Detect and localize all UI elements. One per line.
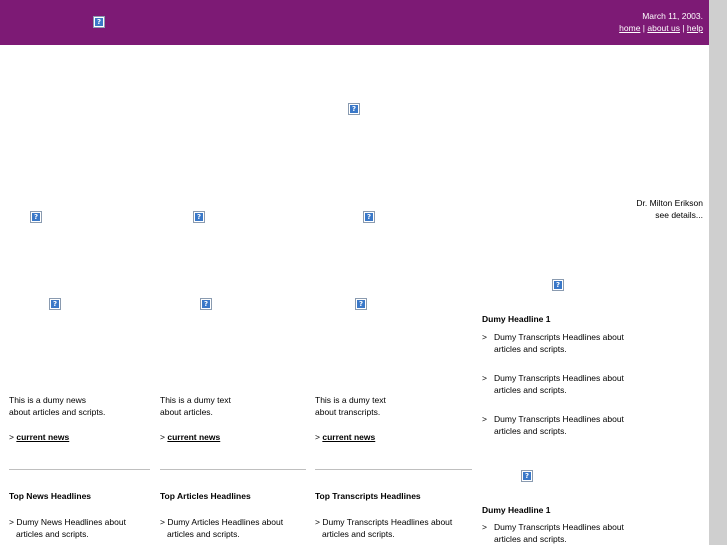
- home-link[interactable]: home: [619, 23, 640, 33]
- divider: [315, 469, 472, 470]
- featured-details-link[interactable]: see details...: [655, 209, 703, 221]
- logo-image-icon[interactable]: [93, 16, 105, 28]
- transcripts-intro-line: This is a dumy text: [315, 395, 386, 405]
- right-headline-item[interactable]: > Dumy Transcripts Headlines about artic…: [482, 521, 632, 545]
- news-headline-item-cont: articles and scripts.: [16, 529, 89, 539]
- link-prefix: >: [9, 432, 14, 442]
- news-current-link-row: > current news: [9, 431, 69, 443]
- transcripts-column-image-icon: [355, 298, 367, 310]
- transcripts-intro-line: about transcripts.: [315, 407, 381, 417]
- vertical-scrollbar[interactable]: [709, 0, 727, 545]
- header-date: March 11, 2003.: [642, 11, 703, 21]
- header-nav: home | about us | help: [619, 23, 703, 33]
- articles-headline-item-cont: articles and scripts.: [167, 529, 240, 539]
- section-image-icon: [193, 211, 205, 223]
- right-headline-item[interactable]: > Dumy Transcripts Headlines about artic…: [482, 372, 632, 396]
- about-us-link[interactable]: about us: [647, 23, 680, 33]
- articles-intro-line: about articles.: [160, 407, 213, 417]
- news-headline-item[interactable]: > Dumy News Headlines about: [9, 516, 126, 528]
- articles-column-image-icon: [200, 298, 212, 310]
- transcripts-headline-item[interactable]: > Dumy Transcripts Headlines about: [315, 516, 452, 528]
- section-image-icon: [30, 211, 42, 223]
- right-headline: Dumy Headline 1: [482, 505, 551, 515]
- link-prefix: >: [315, 432, 320, 442]
- right-panel-image-icon: [521, 470, 533, 482]
- current-news-link[interactable]: current news: [167, 432, 220, 442]
- section-image-icon: [363, 211, 375, 223]
- current-news-link[interactable]: current news: [322, 432, 375, 442]
- articles-intro-line: This is a dumy text: [160, 395, 231, 405]
- articles-headline-item[interactable]: > Dumy Articles Headlines about: [160, 516, 283, 528]
- news-intro-line: This is a dumy news: [9, 395, 86, 405]
- transcripts-current-link-row: > current news: [315, 431, 375, 443]
- right-headline-item[interactable]: > Dumy Transcripts Headlines about artic…: [482, 413, 632, 437]
- current-news-link[interactable]: current news: [16, 432, 69, 442]
- divider: [9, 469, 150, 470]
- transcripts-headline-item-cont: articles and scripts.: [322, 529, 395, 539]
- right-headline-item[interactable]: > Dumy Transcripts Headlines about artic…: [482, 331, 632, 355]
- divider: [160, 469, 306, 470]
- featured-caption: Dr. Milton Erikson: [636, 198, 703, 208]
- top-news-heading: Top News Headlines: [9, 491, 92, 501]
- banner-image-icon: [348, 103, 360, 115]
- right-headline: Dumy Headline 1: [482, 314, 551, 324]
- right-panel-image-icon: [552, 279, 564, 291]
- nav-separator: |: [679, 23, 687, 33]
- help-link[interactable]: help: [687, 23, 703, 33]
- articles-current-link-row: > current news: [160, 431, 220, 443]
- news-column-image-icon: [49, 298, 61, 310]
- top-transcripts-heading: Top Transcripts Headlines: [315, 491, 421, 501]
- link-prefix: >: [160, 432, 165, 442]
- header-bar: [0, 0, 709, 45]
- top-articles-heading: Top Articles Headlines: [160, 491, 251, 501]
- news-intro-line: about articles and scripts.: [9, 407, 106, 417]
